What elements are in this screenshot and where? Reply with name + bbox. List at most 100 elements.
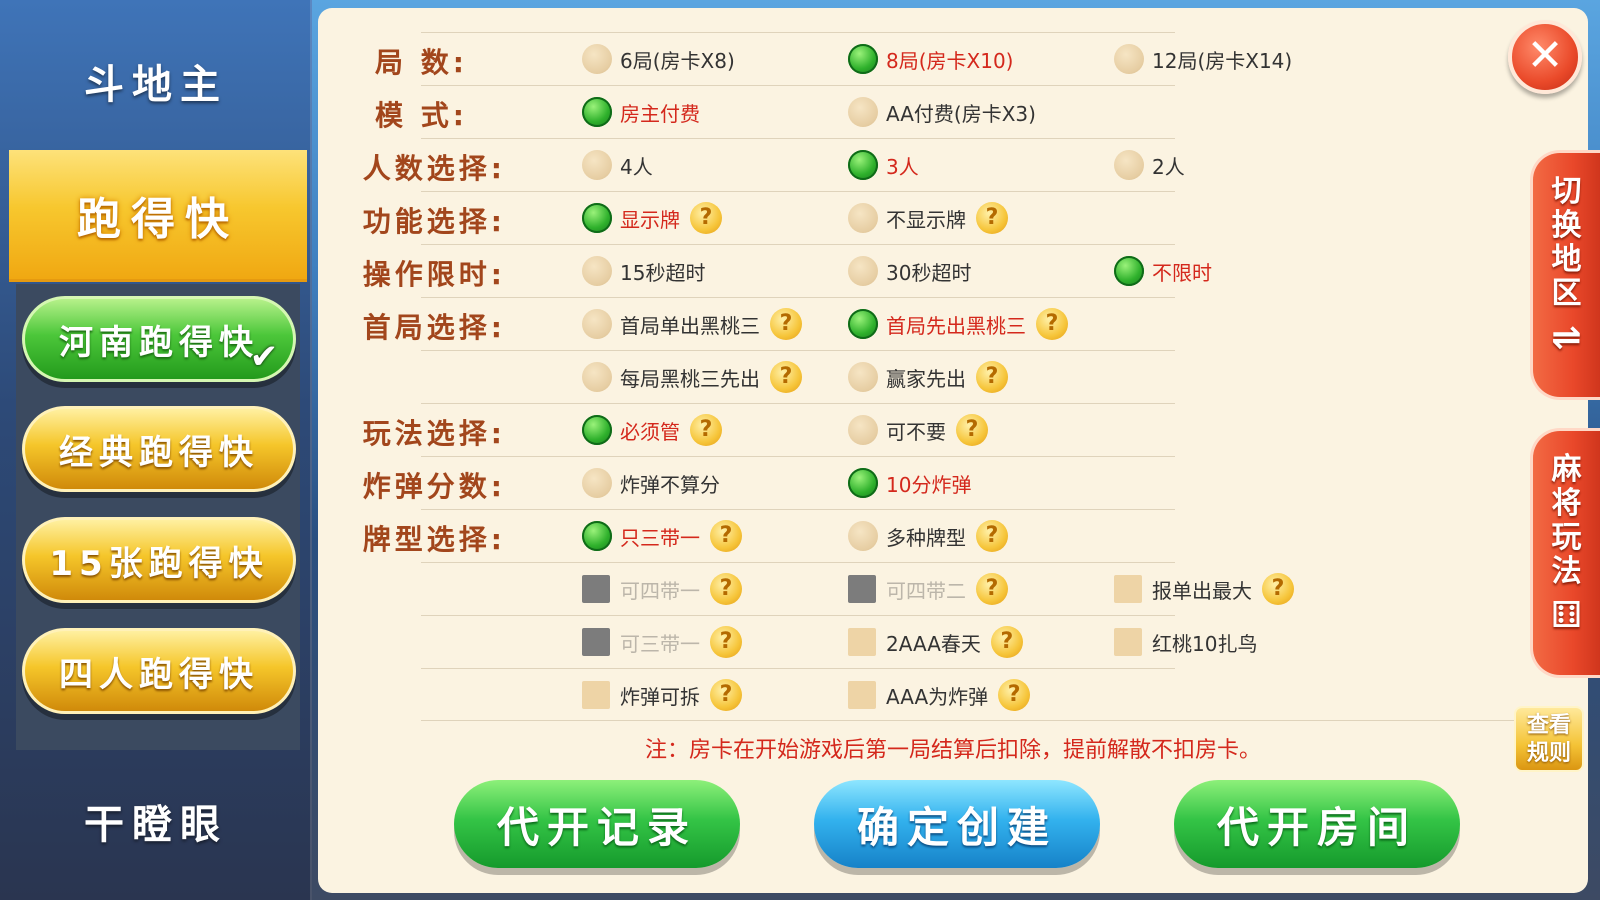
option-label: AA付费(房卡X3) [886, 101, 1036, 126]
radio-selected-icon [582, 97, 612, 127]
help-icon[interactable]: ? [976, 573, 1008, 605]
option-label: 10分炸弹 [886, 472, 972, 497]
rounds-option-6[interactable]: 6局(房卡X8) [582, 39, 735, 79]
option-label: 15秒超时 [620, 260, 706, 285]
option-label: 炸弹不算分 [620, 472, 720, 497]
option-label: 8局(房卡X10) [886, 48, 1014, 73]
category-paodekuai-active[interactable]: 跑得快 [9, 150, 307, 282]
timer-option-unlimited[interactable]: 不限时 [1114, 251, 1212, 291]
feature-option-hide-cards[interactable]: 不显示牌 ? [848, 198, 1008, 238]
proxy-room-button[interactable]: 代开房间 [1174, 780, 1460, 868]
help-icon[interactable]: ? [710, 573, 742, 605]
help-icon[interactable]: ? [1036, 308, 1068, 340]
option-label: 3人 [886, 154, 919, 179]
variant-15-cards-button[interactable]: 15张跑得快 [22, 517, 296, 603]
radio-icon [582, 150, 612, 180]
variant-classic-button[interactable]: 经典跑得快 [22, 406, 296, 492]
rounds-option-8[interactable]: 8局(房卡X10) [848, 39, 1013, 79]
radio-icon [582, 468, 612, 498]
play-option-can-pass[interactable]: 可不要 ? [848, 410, 988, 450]
help-icon[interactable]: ? [998, 679, 1031, 711]
feature-option-show-cards[interactable]: 显示牌 ? [582, 198, 722, 238]
room-card-note: 注：房卡在开始游戏后第一局结算后扣除，提前解散不扣房卡。 [644, 738, 1261, 763]
players-option-3[interactable]: 3人 [848, 145, 919, 185]
help-icon[interactable]: ? [976, 361, 1008, 393]
variant-label: 四人跑得快 [59, 654, 259, 695]
players-option-4[interactable]: 4人 [582, 145, 653, 185]
checkbox-report-single-max[interactable]: 报单出最大 ? [1114, 569, 1294, 609]
help-icon[interactable]: ? [710, 679, 742, 711]
checkbox-icon [848, 575, 876, 603]
checkbox-aaa-bomb[interactable]: AAA为炸弹 ? [848, 675, 1031, 715]
row-divider [421, 32, 1175, 33]
help-icon[interactable]: ? [976, 202, 1008, 234]
dice-icon: ⚅ [1550, 595, 1583, 636]
row-divider [421, 456, 1175, 457]
option-label: AAA为炸弹 [886, 684, 989, 709]
players-option-2[interactable]: 2人 [1114, 145, 1185, 185]
variant-henan-button[interactable]: 河南跑得快 ✔ [22, 296, 296, 382]
option-label: 红桃10扎鸟 [1152, 631, 1258, 656]
help-icon[interactable]: ? [770, 361, 802, 393]
rounds-label: 局 数: [375, 46, 468, 79]
option-label: 2人 [1152, 154, 1185, 179]
help-icon[interactable]: ? [710, 520, 742, 552]
option-label: 首局先出黑桃三 [886, 313, 1026, 338]
first-option-spade3-first[interactable]: 首局先出黑桃三 ? [848, 304, 1068, 344]
checkbox-three-with-one[interactable]: 可三带一 ? [582, 622, 742, 662]
close-icon[interactable]: ✕ [1508, 20, 1582, 94]
mode-option-host-pays[interactable]: 房主付费 [582, 92, 700, 132]
row-divider [421, 615, 1175, 616]
mode-option-aa[interactable]: AA付费(房卡X3) [848, 92, 1036, 132]
option-label: 必须管 [620, 419, 680, 444]
help-icon[interactable]: ? [770, 308, 802, 340]
variant-four-player-button[interactable]: 四人跑得快 [22, 628, 296, 714]
play-option-must-beat[interactable]: 必须管 ? [582, 410, 722, 450]
checkbox-icon [1114, 575, 1142, 603]
option-label: 2AAA春天 [886, 631, 981, 656]
checkbox-bomb-splittable[interactable]: 炸弹可拆 ? [582, 675, 742, 715]
help-icon[interactable]: ? [1262, 573, 1294, 605]
first-option-winner-first[interactable]: 赢家先出 ? [848, 357, 1008, 397]
timer-option-30s[interactable]: 30秒超时 [848, 251, 971, 291]
category-gandengyan[interactable]: 干瞪眼 [0, 792, 312, 850]
cardtype-option-three-with-one[interactable]: 只三带一 ? [582, 516, 742, 556]
help-icon[interactable]: ? [690, 414, 722, 446]
option-label: 炸弹可拆 [620, 684, 700, 709]
mahjong-play-tab[interactable]: 麻将玩法 ⚅ [1530, 428, 1600, 678]
checkbox-four-with-one[interactable]: 可四带一 ? [582, 569, 742, 609]
cardtype-option-multiple[interactable]: 多种牌型 ? [848, 516, 1008, 556]
checkbox-heart10-bird[interactable]: 红桃10扎鸟 [1114, 622, 1257, 662]
radio-selected-icon [848, 44, 878, 74]
first-option-single-spade3[interactable]: 首局单出黑桃三 ? [582, 304, 802, 344]
timer-option-15s[interactable]: 15秒超时 [582, 251, 705, 291]
switch-region-tab[interactable]: 切换地区 ⇌ [1530, 150, 1600, 400]
radio-icon [582, 256, 612, 286]
first-option-every-round-spade3[interactable]: 每局黑桃三先出 ? [582, 357, 802, 397]
help-icon[interactable]: ? [990, 626, 1023, 658]
option-label: 只三带一 [620, 525, 700, 550]
radio-icon [582, 362, 612, 392]
help-icon[interactable]: ? [710, 626, 742, 658]
bomb-option-no-score[interactable]: 炸弹不算分 [582, 463, 720, 503]
row-divider [421, 244, 1175, 245]
first-round-label: 首局选择: [362, 311, 506, 344]
radio-selected-icon [848, 468, 878, 498]
radio-icon [848, 97, 878, 127]
checkbox-four-with-two[interactable]: 可四带二 ? [848, 569, 1008, 609]
checkbox-2aaa-spring[interactable]: 2AAA春天 ? [848, 622, 1023, 662]
confirm-create-button[interactable]: 确定创建 [814, 780, 1100, 868]
rounds-option-12[interactable]: 12局(房卡X14) [1114, 39, 1292, 79]
row-divider [421, 403, 1175, 404]
proxy-record-button[interactable]: 代开记录 [454, 780, 740, 868]
help-icon[interactable]: ? [956, 414, 988, 446]
option-label: 显示牌 [620, 207, 680, 232]
option-label: 每局黑桃三先出 [620, 366, 760, 391]
row-divider [421, 297, 1175, 298]
radio-selected-icon [582, 203, 612, 233]
help-icon[interactable]: ? [690, 202, 722, 234]
bomb-option-10-points[interactable]: 10分炸弹 [848, 463, 971, 503]
view-rules-button[interactable]: 查看 规则 [1514, 706, 1584, 772]
help-icon[interactable]: ? [976, 520, 1008, 552]
category-doudizhu[interactable]: 斗地主 [0, 52, 312, 110]
